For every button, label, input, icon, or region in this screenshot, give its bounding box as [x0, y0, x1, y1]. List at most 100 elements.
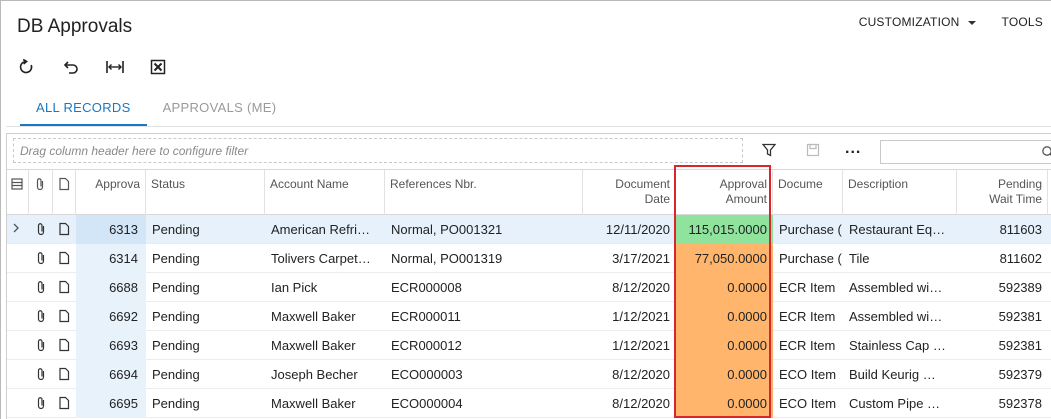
attachment-cell[interactable] — [29, 389, 53, 418]
attachment-cell[interactable] — [29, 273, 53, 302]
wait-time-cell[interactable]: 592379 — [957, 360, 1048, 389]
amount-cell[interactable]: 0.0000 — [676, 360, 773, 389]
column-header-document[interactable]: Docume — [773, 170, 843, 216]
row-selector[interactable] — [7, 389, 29, 418]
approval-cell[interactable]: 6313 — [76, 215, 146, 244]
row-selector[interactable] — [7, 360, 29, 389]
table-row[interactable]: 6693 Pending Maxwell Baker ECR000012 1/12/20… — [7, 331, 1051, 360]
date-cell[interactable]: 8/12/2020 — [583, 273, 676, 302]
date-cell[interactable]: 1/12/2021 — [583, 331, 676, 360]
date-cell[interactable]: 3/17/2021 — [583, 244, 676, 273]
note-cell[interactable] — [53, 244, 76, 273]
wait-time-cell[interactable]: 811602 — [957, 244, 1048, 273]
note-cell[interactable] — [53, 331, 76, 360]
note-cell[interactable] — [53, 389, 76, 418]
wait-time-cell[interactable]: 592389 — [957, 273, 1048, 302]
amount-cell[interactable]: 77,050.0000 — [676, 244, 773, 273]
fit-to-screen-button[interactable] — [105, 56, 149, 78]
reference-cell[interactable]: Normal, PO001319 — [385, 244, 583, 273]
row-selector[interactable] — [7, 302, 29, 331]
attachment-cell[interactable] — [29, 302, 53, 331]
status-cell[interactable]: Pending — [146, 302, 265, 331]
account-cell[interactable]: Maxwell Baker — [265, 302, 385, 331]
status-cell[interactable]: Pending — [146, 273, 265, 302]
reference-cell[interactable]: Normal, PO001321 — [385, 215, 583, 244]
column-header-approval[interactable]: Approva — [76, 170, 146, 216]
document-cell[interactable]: ECR Item — [773, 302, 843, 331]
table-row[interactable]: 6692 Pending Maxwell Baker ECR000011 1/12/20… — [7, 302, 1051, 331]
column-header-date[interactable]: Document Date — [583, 170, 676, 216]
save-icon[interactable] — [805, 142, 821, 158]
status-cell[interactable]: Pending — [146, 215, 265, 244]
column-header-amount[interactable]: Approval Amount — [676, 170, 773, 216]
search-input[interactable] — [880, 140, 1051, 164]
account-cell[interactable]: Tolivers Carpet… — [265, 244, 385, 273]
column-header-status[interactable]: Status — [146, 170, 265, 216]
description-cell[interactable]: Custom Pipe … — [843, 389, 957, 418]
note-cell[interactable] — [53, 302, 76, 331]
account-cell[interactable]: Maxwell Baker — [265, 331, 385, 360]
status-cell[interactable]: Pending — [146, 331, 265, 360]
column-header-wait-time[interactable]: Pending Wait Time — [957, 170, 1048, 216]
amount-cell[interactable]: 0.0000 — [676, 331, 773, 360]
more-options-button[interactable]: ... — [845, 140, 861, 158]
amount-cell[interactable]: 115,015.0000 — [676, 215, 773, 244]
wait-time-cell[interactable]: 592381 — [957, 331, 1048, 360]
columns-config-icon[interactable] — [10, 177, 24, 191]
refresh-button[interactable] — [17, 56, 61, 78]
date-cell[interactable]: 8/12/2020 — [583, 360, 676, 389]
attachment-cell[interactable] — [29, 331, 53, 360]
row-selector[interactable] — [7, 331, 29, 360]
tab-approvals-me[interactable]: APPROVALS (ME) — [147, 96, 293, 127]
filter-drop-zone[interactable]: Drag column header here to configure fil… — [13, 138, 743, 163]
date-cell[interactable]: 1/12/2021 — [583, 302, 676, 331]
reference-cell[interactable]: ECR000008 — [385, 273, 583, 302]
undo-button[interactable] — [61, 56, 105, 78]
status-cell[interactable]: Pending — [146, 389, 265, 418]
table-row[interactable]: 6313 Pending American Refri… Normal, PO0013… — [7, 215, 1051, 244]
reference-cell[interactable]: ECR000011 — [385, 302, 583, 331]
approval-cell[interactable]: 6695 — [76, 389, 146, 418]
description-cell[interactable]: Assembled wi… — [843, 302, 957, 331]
amount-cell[interactable]: 0.0000 — [676, 302, 773, 331]
attachment-cell[interactable] — [29, 360, 53, 389]
account-cell[interactable]: Ian Pick — [265, 273, 385, 302]
amount-cell[interactable]: 0.0000 — [676, 273, 773, 302]
table-row[interactable]: 6314 Pending Tolivers Carpet… Normal, PO001… — [7, 244, 1051, 273]
approval-cell[interactable]: 6314 — [76, 244, 146, 273]
table-row[interactable]: 6694 Pending Joseph Becher ECO000003 8/12/20… — [7, 360, 1051, 389]
description-cell[interactable]: Assembled wi… — [843, 273, 957, 302]
date-cell[interactable]: 8/12/2020 — [583, 389, 676, 418]
description-cell[interactable]: Build Keurig … — [843, 360, 957, 389]
status-cell[interactable]: Pending — [146, 360, 265, 389]
table-row[interactable]: 6688 Pending Ian Pick ECR000008 8/12/2020 0.0… — [7, 273, 1051, 302]
column-header-description[interactable]: Description — [843, 170, 957, 216]
attachment-cell[interactable] — [29, 215, 53, 244]
column-header-account[interactable]: Account Name — [265, 170, 385, 216]
reference-cell[interactable]: ECO000003 — [385, 360, 583, 389]
document-cell[interactable]: ECO Item — [773, 360, 843, 389]
approval-cell[interactable]: 6692 — [76, 302, 146, 331]
document-cell[interactable]: ECR Item — [773, 331, 843, 360]
description-cell[interactable]: Stainless Cap … — [843, 331, 957, 360]
wait-time-cell[interactable]: 592381 — [957, 302, 1048, 331]
document-cell[interactable]: Purchase ( — [773, 215, 843, 244]
account-cell[interactable]: Joseph Becher — [265, 360, 385, 389]
customization-menu[interactable]: CUSTOMIZATION — [859, 15, 976, 29]
tab-all-records[interactable]: ALL RECORDS — [20, 96, 147, 127]
row-selector[interactable] — [7, 215, 29, 244]
tools-menu[interactable]: TOOLS — [1002, 15, 1043, 29]
account-cell[interactable]: American Refri… — [265, 215, 385, 244]
column-header-ref[interactable]: References Nbr. — [385, 170, 583, 216]
approval-cell[interactable]: 6694 — [76, 360, 146, 389]
status-cell[interactable]: Pending — [146, 244, 265, 273]
note-cell[interactable] — [53, 360, 76, 389]
filter-icon[interactable] — [761, 142, 777, 158]
amount-cell[interactable]: 0.0000 — [676, 389, 773, 418]
wait-time-cell[interactable]: 592378 — [957, 389, 1048, 418]
date-cell[interactable]: 12/11/2020 — [583, 215, 676, 244]
row-selector[interactable] — [7, 244, 29, 273]
reference-cell[interactable]: ECO000004 — [385, 389, 583, 418]
excel-export-button[interactable] — [149, 56, 193, 78]
account-cell[interactable]: Maxwell Baker — [265, 389, 385, 418]
